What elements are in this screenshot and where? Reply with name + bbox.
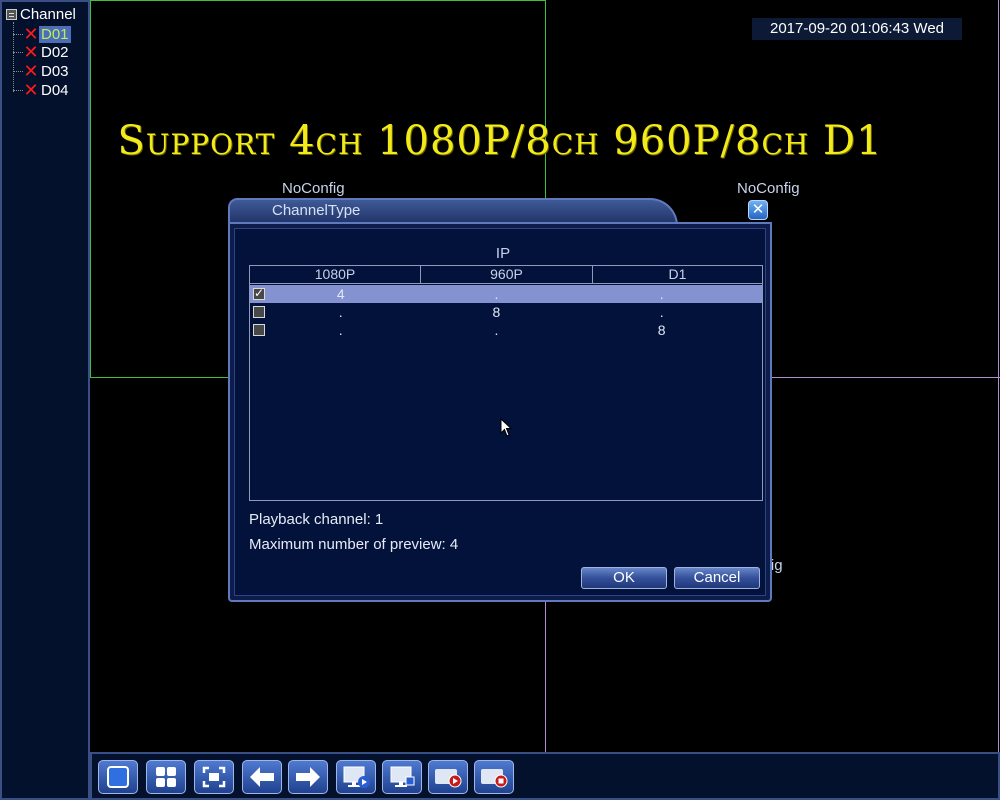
monitor-icon	[390, 766, 415, 787]
cell-1080p: .	[338, 304, 343, 320]
table-row[interactable]: . . 8	[250, 321, 762, 339]
stop-record-icon	[481, 769, 508, 788]
ip-group-label: IP	[495, 245, 511, 262]
tile1-border-left	[90, 0, 91, 378]
disconnected-icon: ✕	[23, 61, 39, 81]
cell-1080p: 4	[336, 286, 345, 302]
cell-d1: .	[659, 286, 664, 302]
channel-type-dialog: ChannelType IP 1080P 960P D1 4 . .	[228, 198, 772, 602]
display-settings-button[interactable]	[382, 760, 422, 794]
tree-branch	[13, 70, 23, 72]
channel-item-d03[interactable]: ✕ D03	[13, 62, 71, 80]
dvr-screen: { "sidebar": { "root_label": "Channel", …	[0, 0, 1000, 800]
cell-960p: .	[494, 322, 499, 338]
channel-type-table: 1080P 960P D1 4 . . . 8 .	[249, 265, 763, 501]
promo-banner: Support 4ch 1080P/8ch 960P/8ch D1	[117, 118, 883, 164]
stop-record-button[interactable]	[474, 760, 514, 794]
channel-tree-root[interactable]: Channel	[6, 6, 76, 23]
channel-item-label: D04	[41, 81, 69, 99]
playback-button[interactable]	[336, 760, 376, 794]
datetime-display: 2017-09-20 01:06:43 Wed	[752, 18, 962, 40]
table-header: 1080P 960P D1	[250, 266, 762, 284]
max-preview-text: Maximum number of preview: 4	[249, 536, 459, 553]
close-button[interactable]: ✕	[748, 200, 768, 220]
arrow-left-icon	[250, 767, 274, 787]
dialog-title: ChannelType	[272, 202, 361, 219]
channel-tree-root-label: Channel	[20, 6, 76, 23]
playback-channel-text: Playback channel: 1	[249, 511, 384, 528]
cell-960p: .	[494, 286, 499, 302]
tree-branch	[13, 33, 23, 35]
disconnected-icon: ✕	[23, 80, 39, 100]
tree-branch	[13, 89, 23, 91]
cell-1080p: .	[338, 322, 343, 338]
fullscreen-icon	[202, 766, 226, 788]
single-view-button[interactable]	[98, 760, 138, 794]
channel-item-label: D03	[41, 62, 69, 80]
dialog-body: IP 1080P 960P D1 4 . . .	[228, 222, 772, 602]
column-header-d1: D1	[668, 266, 687, 282]
mouse-cursor-icon	[500, 418, 512, 437]
table-row[interactable]: . 8 .	[250, 303, 762, 321]
ok-button[interactable]: OK	[581, 567, 667, 589]
channel-item-d01[interactable]: ✕ D01	[13, 25, 71, 43]
dialog-content: IP 1080P 960P D1 4 . . .	[234, 228, 766, 596]
column-header-960p: 960P	[421, 266, 593, 284]
tile2-status: NoConfig	[282, 180, 345, 197]
record-icon	[435, 769, 462, 788]
row-checkbox[interactable]	[253, 306, 265, 318]
row-checkbox[interactable]	[253, 286, 265, 300]
quad-view-icon	[156, 767, 176, 787]
playback-monitor-icon	[343, 766, 370, 788]
bottom-toolbar	[90, 752, 1000, 800]
grid-border-right	[998, 0, 999, 752]
arrow-right-icon	[296, 767, 320, 787]
next-button[interactable]	[288, 760, 328, 794]
column-header-1080p: 1080P	[250, 266, 421, 284]
tree-branch	[13, 51, 23, 53]
cell-d1: .	[659, 304, 664, 320]
previous-button[interactable]	[242, 760, 282, 794]
disconnected-icon: ✕	[23, 24, 39, 44]
disconnected-icon: ✕	[23, 42, 39, 62]
record-button[interactable]	[428, 760, 468, 794]
cancel-button[interactable]: Cancel	[674, 567, 760, 589]
channel-item-d04[interactable]: ✕ D04	[13, 81, 71, 99]
tile3-status: NoConfig	[737, 180, 800, 197]
cell-960p: 8	[492, 304, 501, 320]
quad-view-button[interactable]	[146, 760, 186, 794]
row-checkbox[interactable]	[253, 324, 265, 336]
list-icon	[6, 9, 17, 20]
single-view-icon	[107, 766, 129, 788]
table-row[interactable]: 4 . .	[250, 285, 762, 303]
channel-item-d02[interactable]: ✕ D02	[13, 43, 71, 61]
channel-item-label: D01	[39, 25, 71, 43]
fullscreen-button[interactable]	[194, 760, 234, 794]
channel-item-label: D02	[41, 43, 69, 61]
tile1-border-top	[90, 0, 546, 1]
cell-d1: 8	[657, 322, 666, 338]
